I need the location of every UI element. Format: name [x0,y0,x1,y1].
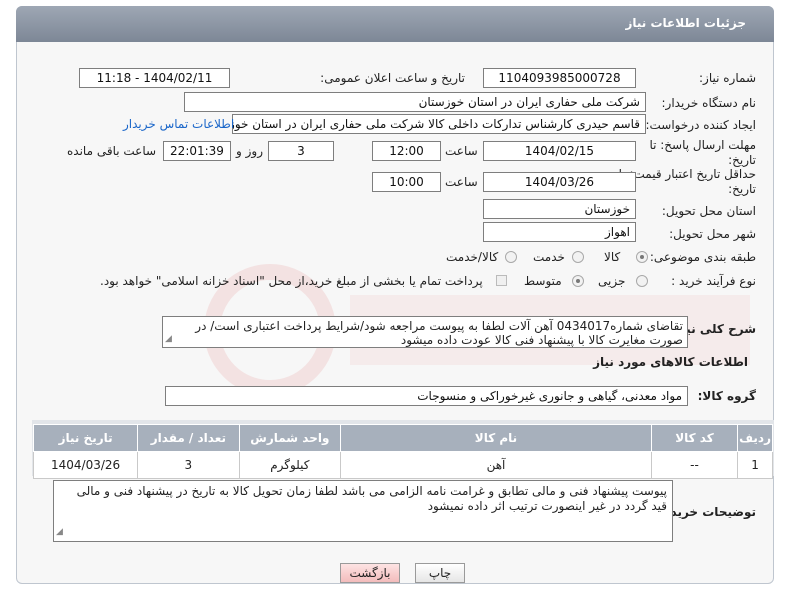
col-qty-header: تعداد / مقدار [137,424,240,452]
deadline-label: مهلت ارسال پاسخ: تا تاریخ: [649,138,756,167]
treasury-payment-note: پرداخت تمام یا بخشی از مبلغ خرید،از محل … [100,274,483,288]
table-row[interactable]: 1 -- آهن کیلوگرم 3 1404/03/26 [32,451,773,479]
page-title: جزئیات اطلاعات نیاز [625,16,746,30]
deadline-time-field: 12:00 [372,141,441,161]
cell-name: آهن [340,451,652,479]
buyer-contact-link[interactable]: اطلاعات تماس خریدار [123,117,234,131]
category-goods-label: کالا [604,250,621,264]
col-unit-header: واحد شمارش [238,424,342,452]
resize-grip-icon[interactable]: ◢ [165,332,172,346]
cell-unit: کیلوگرم [238,451,342,479]
goods-section-title: اطلاعات کالاهای مورد نیاز [593,355,748,369]
province-label: استان محل تحویل: [661,204,756,218]
category-goods-radio[interactable] [636,251,648,263]
goods-group-label: گروه کالا: [697,389,756,403]
goods-group-field: مواد معدنی، گیاهی و جانوری غیرخوراکی و م… [165,386,688,406]
treasury-payment-checkbox[interactable] [496,275,507,286]
category-service-radio[interactable] [572,251,584,263]
remaining-time-field: 22:01:39 [163,141,231,161]
remaining-time-label: ساعت باقی مانده [67,144,157,158]
cell-code: -- [650,451,739,479]
city-field: اهواز [483,222,636,242]
purchase-type-label: نوع فرآیند خرید : [671,274,756,288]
print-button[interactable]: چاپ [415,563,465,583]
buyer-notes-textarea[interactable]: پیوست پیشنهاد فنی و مالی تطابق و غرامت ن… [53,480,673,542]
purchase-medium-label: متوسط [524,274,562,288]
validity-label: حداقل تاریخ اعتبار قیمت: تا تاریخ: [618,167,756,196]
buyer-notes-text: پیوست پیشنهاد فنی و مالی تطابق و غرامت ن… [76,484,667,513]
resize-grip-icon[interactable]: ◢ [56,525,63,540]
validity-date-field: 1404/03/26 [483,172,636,192]
category-label: طبقه بندی موضوعی: [649,250,756,264]
col-row-header: ردیف [737,424,773,452]
category-service-label: خدمت [533,250,565,264]
panel-header: جزئیات اطلاعات نیاز [16,6,774,42]
description-textarea[interactable]: تقاضای شماره0434017 آهن آلات لطفا به پیو… [162,316,688,348]
cell-qty: 3 [137,451,240,479]
buyer-org-label: نام دستگاه خریدار: [661,96,757,110]
purchase-minor-label: جزیی [598,274,626,288]
col-name-header: نام کالا [340,424,652,452]
category-both-radio[interactable] [505,251,517,263]
requester-label: ایجاد کننده درخواست: [645,118,756,132]
requester-field: قاسم حیدری کارشناس تدارکات داخلی کالا شر… [232,114,646,134]
purchase-minor-radio[interactable] [636,275,648,287]
need-number-field: 1104093985000728 [483,68,636,88]
announce-field: 1404/02/11 - 11:18 [79,68,230,88]
deadline-days-label: روز و [236,144,263,158]
buyer-org-field: شرکت ملی حفاری ایران در استان خوزستان [184,92,646,112]
cell-row: 1 [737,451,773,479]
need-number-label: شماره نیاز: [699,71,756,85]
announce-label: تاریخ و ساعت اعلان عمومی: [320,71,465,85]
items-table: ردیف کد کالا نام کالا واحد شمارش تعداد /… [32,424,773,479]
category-both-label: کالا/خدمت [446,250,499,264]
col-date-header: تاریخ نیاز [32,424,139,452]
col-code-header: کد کالا [650,424,739,452]
items-table-header-row: ردیف کد کالا نام کالا واحد شمارش تعداد /… [32,424,773,452]
purchase-medium-radio[interactable] [572,275,584,287]
cell-date: 1404/03/26 [32,451,139,479]
description-text: تقاضای شماره0434017 آهن آلات لطفا به پیو… [195,319,683,347]
validity-time-field: 10:00 [372,172,441,192]
city-label: شهر محل تحویل: [669,227,756,241]
validity-time-label: ساعت [445,175,478,189]
deadline-days-field: 3 [268,141,334,161]
deadline-time-label: ساعت [445,144,478,158]
deadline-date-field: 1404/02/15 [483,141,636,161]
back-button[interactable]: بازگشت [340,563,400,583]
province-field: خوزستان [483,199,636,219]
